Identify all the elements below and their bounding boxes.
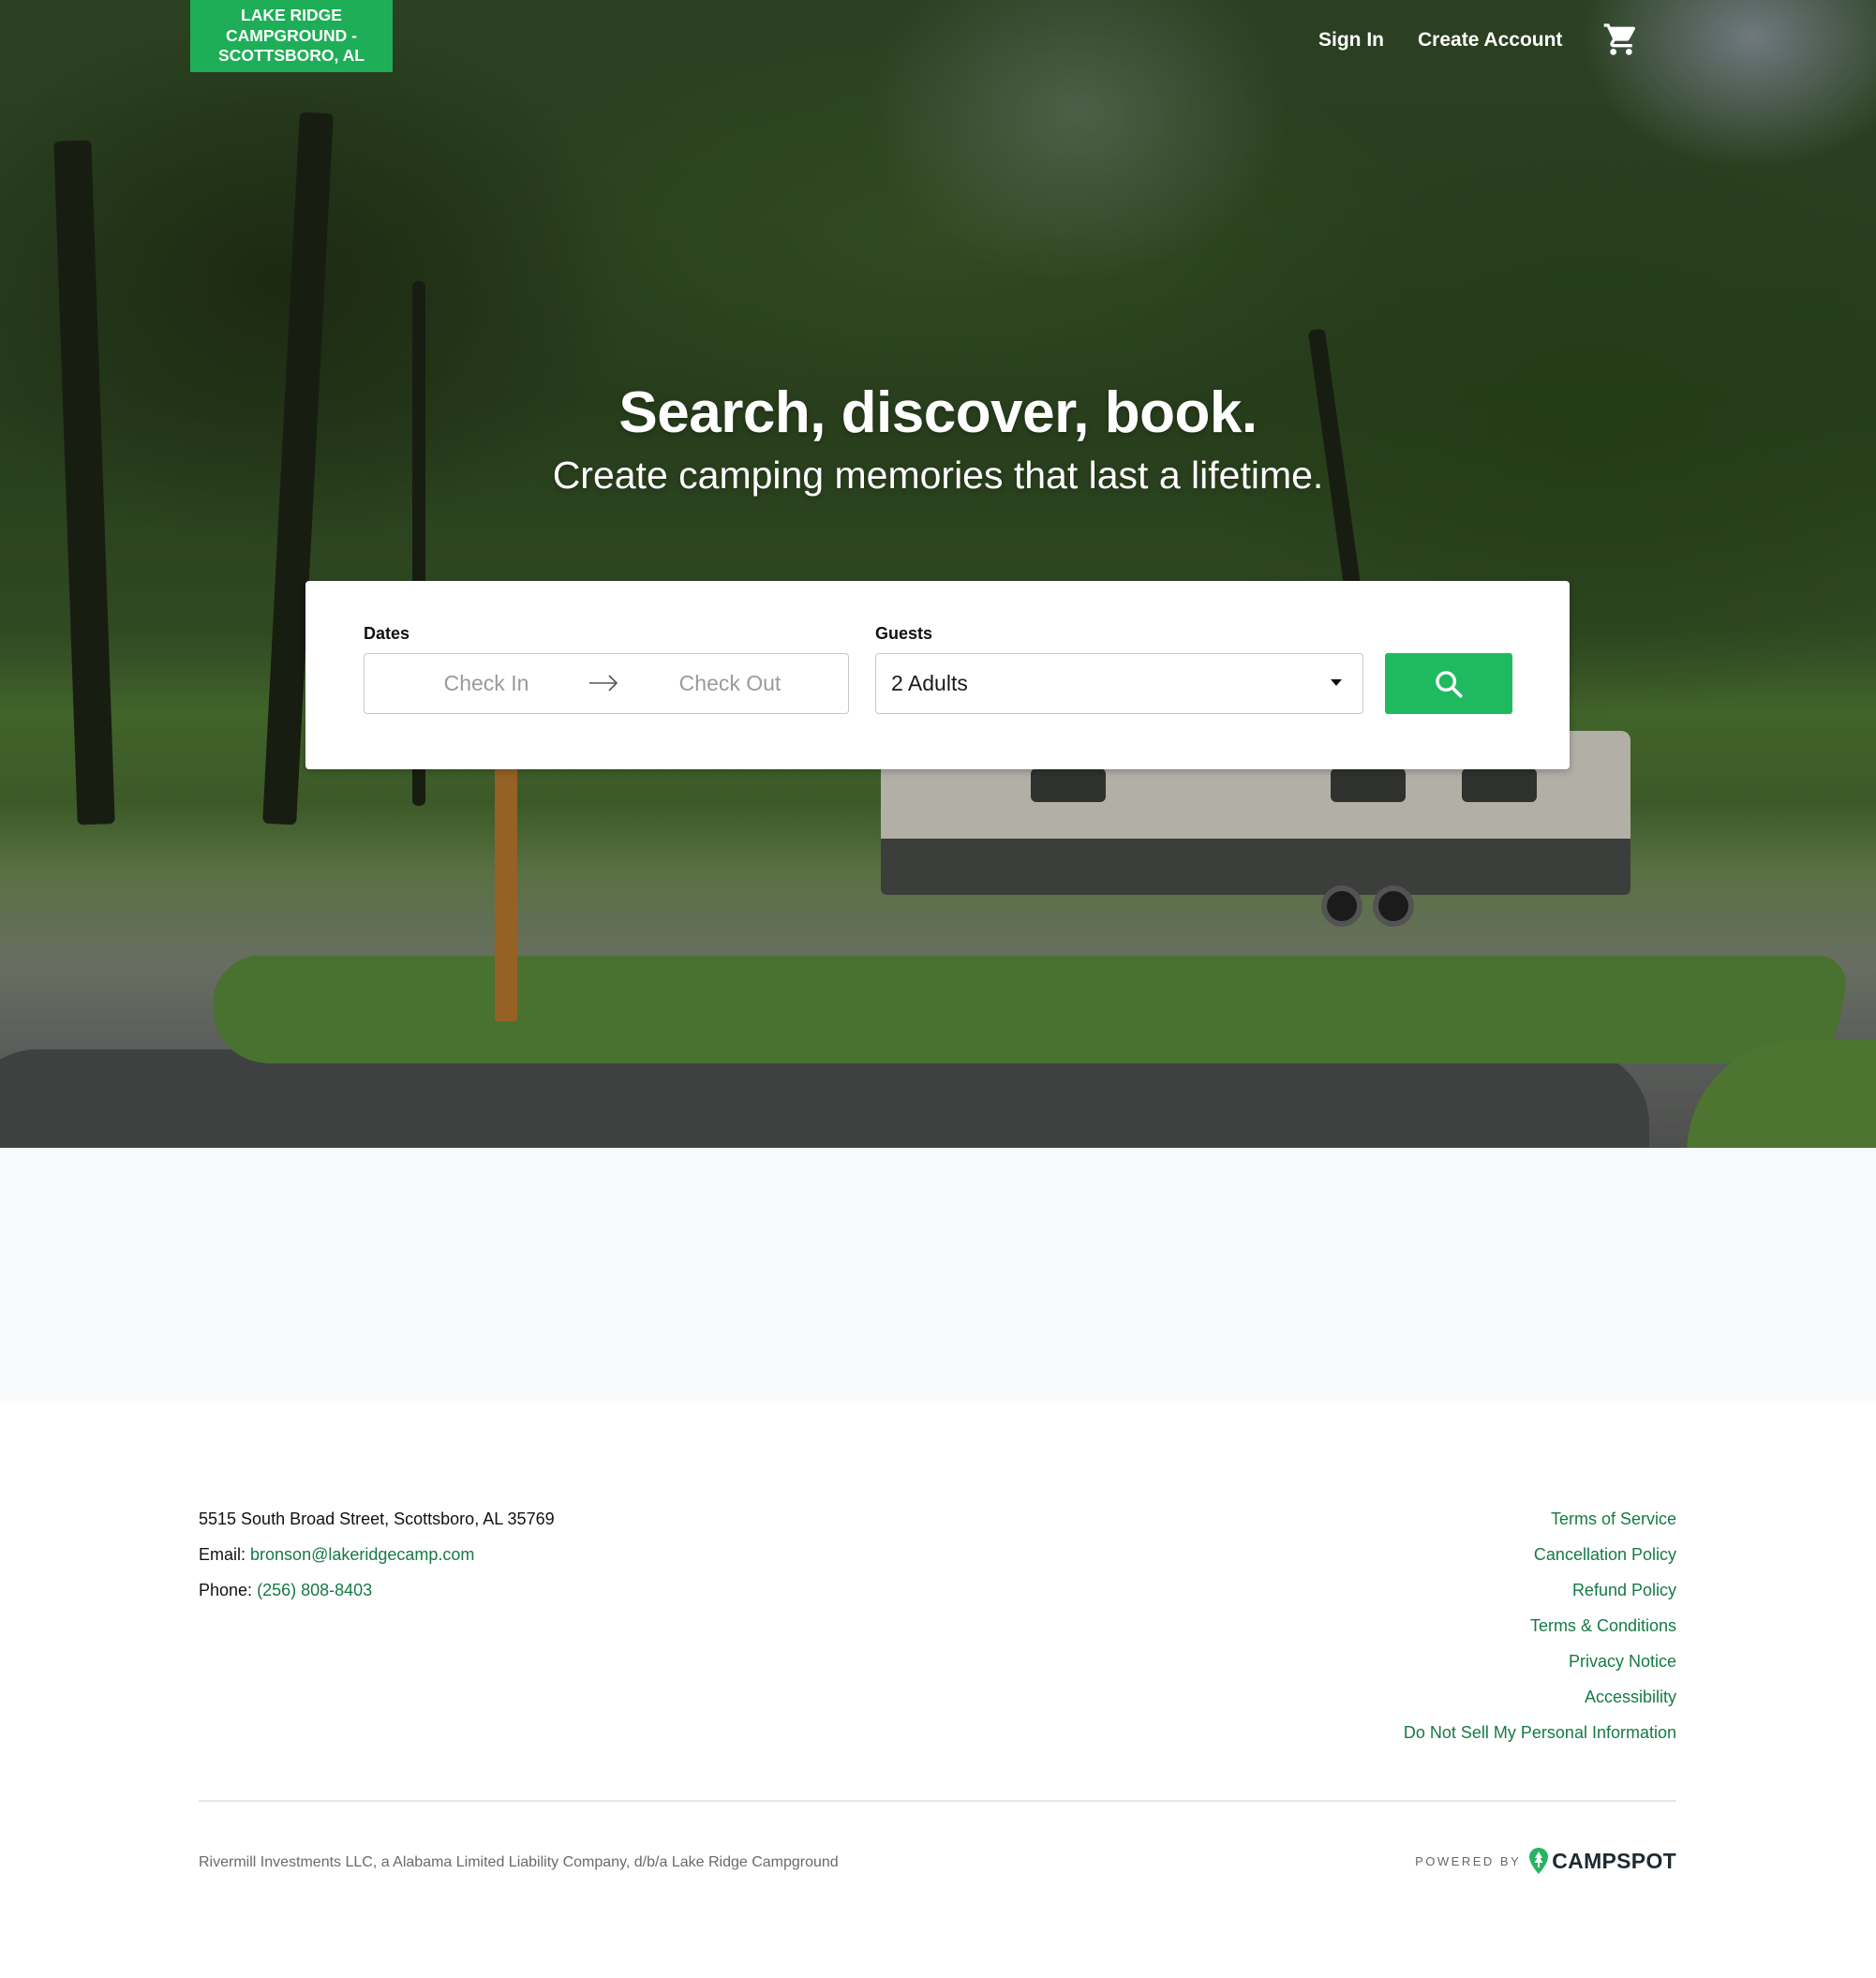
content-area-empty	[0, 1148, 1876, 1401]
do-not-sell-link[interactable]: Do Not Sell My Personal Information	[1404, 1718, 1676, 1754]
caret-down-icon	[1331, 679, 1342, 686]
guests-label: Guests	[875, 624, 933, 643]
campspot-pin-icon	[1529, 1848, 1549, 1874]
email-link[interactable]: bronson@lakeridgecamp.com	[250, 1545, 474, 1564]
footer-divider	[199, 1800, 1676, 1802]
campspot-brand: CAMPSPOT	[1552, 1848, 1676, 1873]
hero-section: Lake Ridge Campground - Scottsboro, AL S…	[0, 0, 1876, 1148]
email-label: Email:	[199, 1545, 246, 1564]
logo-text: Lake Ridge Campground - Scottsboro, AL	[218, 6, 365, 66]
powered-by-label: POWERED BY	[1415, 1853, 1522, 1868]
check-out-input[interactable]: Check Out	[646, 654, 814, 712]
terms-conditions-link[interactable]: Terms & Conditions	[1404, 1612, 1676, 1647]
check-in-input[interactable]: Check In	[411, 654, 561, 712]
campground-logo[interactable]: Lake Ridge Campground - Scottsboro, AL	[190, 0, 393, 72]
hero-title: Search, discover, book.	[618, 380, 1258, 445]
search-icon	[1436, 670, 1463, 698]
guests-select[interactable]: 2 Adults	[875, 653, 1363, 714]
footer-links: Terms of Service Cancellation Policy Ref…	[1404, 1505, 1676, 1754]
email-line: Email: bronson@lakeridgecamp.com	[199, 1540, 555, 1576]
cancellation-policy-link[interactable]: Cancellation Policy	[1404, 1540, 1676, 1576]
address: 5515 South Broad Street, Scottsboro, AL …	[199, 1510, 555, 1528]
phone-line: Phone: (256) 808-8403	[199, 1576, 555, 1612]
guests-value: 2 Adults	[891, 671, 968, 695]
create-account-link[interactable]: Create Account	[1418, 24, 1562, 56]
page: Lake Ridge Campground - Scottsboro, AL S…	[0, 0, 1876, 1978]
shopping-cart-icon	[1603, 23, 1636, 55]
footer-contact: 5515 South Broad Street, Scottsboro, AL …	[199, 1505, 555, 1612]
refund-policy-link[interactable]: Refund Policy	[1404, 1576, 1676, 1612]
legal-text: Rivermill Investments LLC, a Alabama Lim…	[199, 1854, 839, 1870]
privacy-notice-link[interactable]: Privacy Notice	[1404, 1647, 1676, 1683]
dates-label: Dates	[364, 624, 410, 643]
powered-by-campspot[interactable]: POWERED BY CAMPSPOT	[1415, 1846, 1676, 1876]
phone-label: Phone:	[199, 1581, 253, 1599]
arrow-right-icon	[588, 654, 619, 712]
hero-subtitle: Create camping memories that last a life…	[552, 454, 1324, 497]
terms-of-service-link[interactable]: Terms of Service	[1404, 1505, 1676, 1540]
accessibility-link[interactable]: Accessibility	[1404, 1683, 1676, 1718]
cart-button[interactable]	[1602, 21, 1640, 58]
sign-in-link[interactable]: Sign In	[1318, 24, 1384, 56]
search-button[interactable]	[1385, 653, 1512, 714]
search-card: Dates Check In Check Out Guests 2 Adults	[305, 581, 1570, 769]
date-range-field[interactable]: Check In Check Out	[364, 653, 849, 714]
phone-link[interactable]: (256) 808-8403	[257, 1581, 372, 1599]
